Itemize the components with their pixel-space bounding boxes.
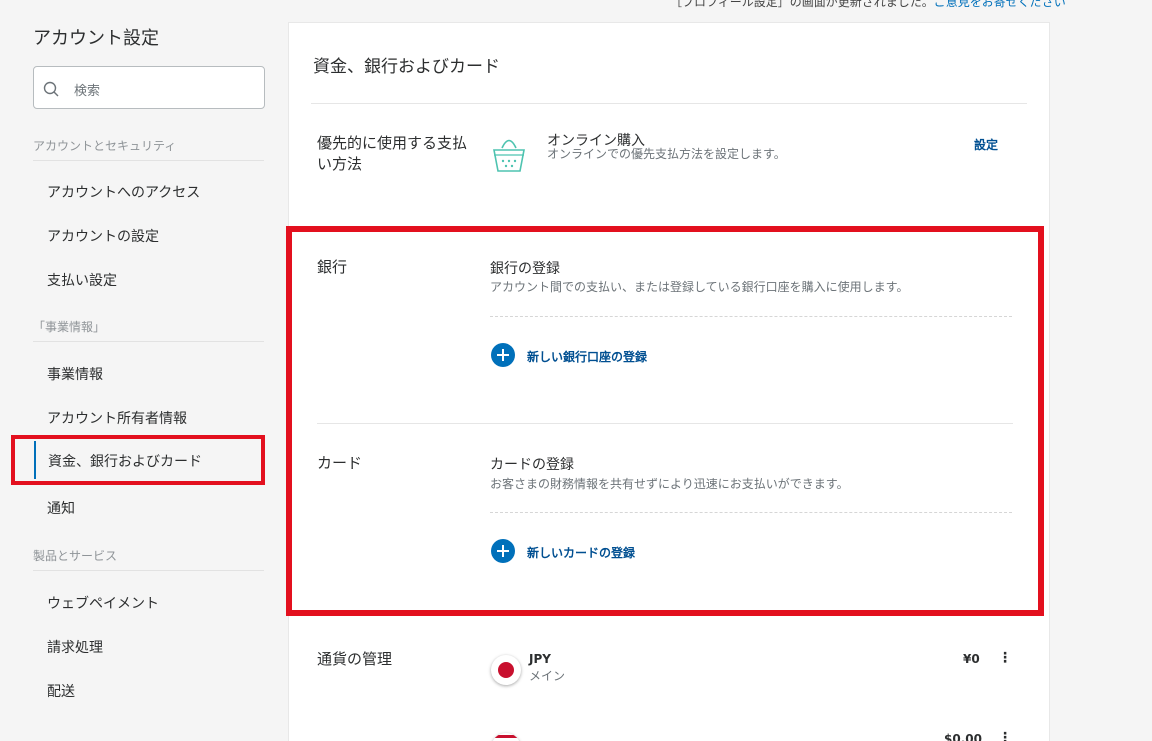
currency-note: メイン xyxy=(529,669,566,683)
currency-balance: $0.00 xyxy=(944,732,982,741)
japan-flag-icon xyxy=(491,655,521,685)
us-flag-icon xyxy=(491,733,521,741)
currency-balance: ¥0 xyxy=(963,652,980,666)
sidebar-title: アカウント設定 xyxy=(33,28,159,49)
currency-menu-icon[interactable]: ⋮ xyxy=(998,650,1012,666)
sidebar-item-notifications[interactable]: 通知 xyxy=(47,498,75,518)
highlight-box-sidebar xyxy=(11,435,265,485)
sidebar: アカウント設定 検索 アカウントとセキュリティ アカウントへのアクセス アカウン… xyxy=(0,0,287,741)
section-heading-products-services: 製品とサービス xyxy=(33,547,264,571)
shopping-basket-icon xyxy=(493,139,525,172)
online-purchase-description: オンラインでの優先支払方法を設定します。 xyxy=(547,147,786,161)
sidebar-item-web-payments[interactable]: ウェブペイメント xyxy=(47,593,159,613)
page-title: 資金、銀行およびカード xyxy=(313,57,500,77)
search-icon xyxy=(43,81,59,97)
currency-management-label: 通貨の管理 xyxy=(317,650,393,668)
search-input[interactable]: 検索 xyxy=(33,66,265,109)
sidebar-item-account-settings[interactable]: アカウントの設定 xyxy=(47,226,159,246)
divider xyxy=(311,103,1027,104)
section-heading-business-info: 「事業情報」 xyxy=(33,318,264,342)
sidebar-item-account-owner[interactable]: アカウント所有者情報 xyxy=(47,408,187,428)
currency-menu-icon[interactable]: ⋮ xyxy=(998,730,1012,741)
sidebar-item-account-access[interactable]: アカウントへのアクセス xyxy=(47,182,200,202)
highlight-box-bank-card xyxy=(286,226,1044,616)
sidebar-item-invoicing[interactable]: 請求処理 xyxy=(47,637,103,657)
sidebar-item-business-info[interactable]: 事業情報 xyxy=(47,364,103,384)
preferred-payment-label: 優先的に使用する支払い方法 xyxy=(317,134,468,173)
update-notice: ［プロフィール設定］の画面が更新されました。ご意見をお寄せください xyxy=(670,0,1066,10)
currency-code: JPY xyxy=(529,652,551,666)
feedback-link[interactable]: ご意見をお寄せください xyxy=(934,0,1066,9)
sidebar-item-shipping[interactable]: 配送 xyxy=(47,681,75,701)
section-heading-account-security: アカウントとセキュリティ xyxy=(33,137,264,161)
preferred-settings-link[interactable]: 設定 xyxy=(974,136,998,153)
search-placeholder: 検索 xyxy=(74,84,101,99)
sidebar-item-payment-settings[interactable]: 支払い設定 xyxy=(47,270,117,290)
